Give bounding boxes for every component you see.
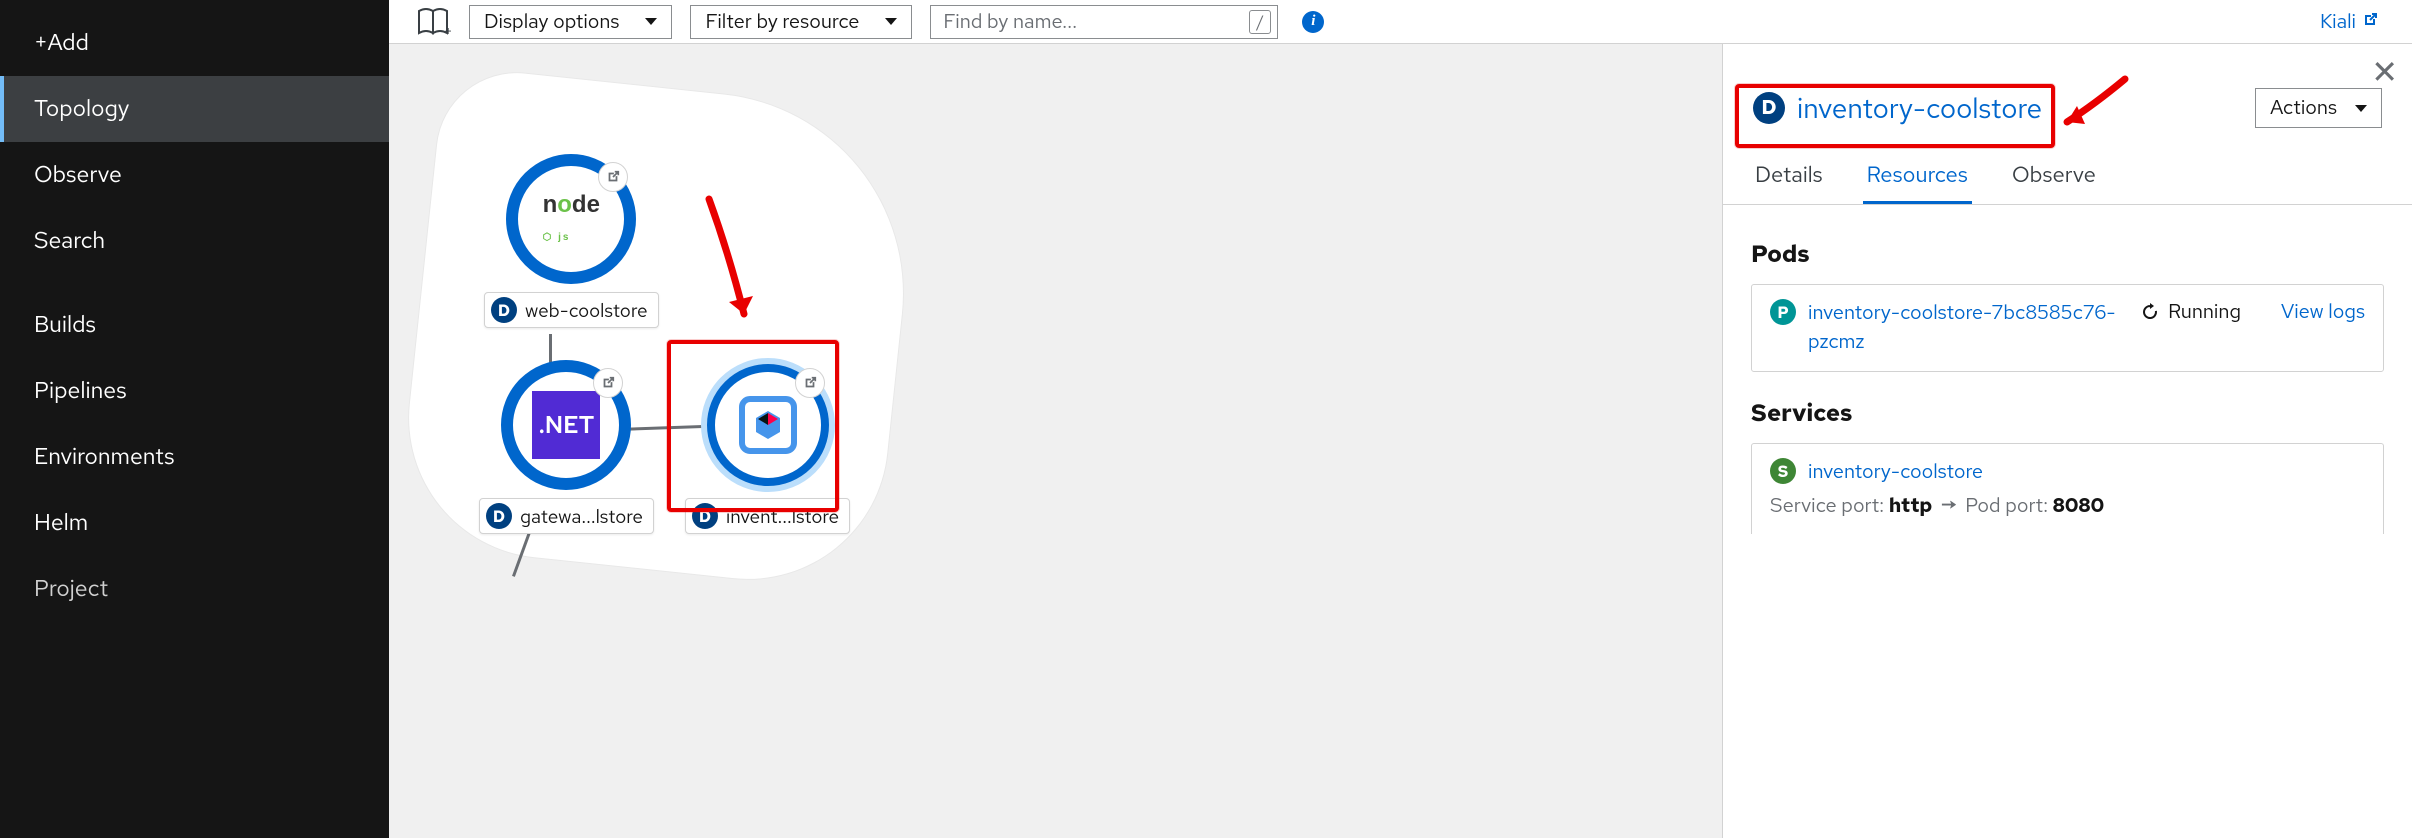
display-options-label: Display options — [484, 9, 619, 35]
actions-dropdown[interactable]: Actions — [2255, 88, 2382, 128]
info-icon[interactable]: i — [1302, 11, 1324, 33]
deployment-badge: D — [692, 503, 718, 529]
node-inventory-coolstore[interactable]: D invent...lstore — [685, 360, 850, 534]
pod-card: P inventory-coolstore-7bc8585c76-pzcmz R… — [1751, 284, 2384, 372]
panel-title[interactable]: inventory-coolstore — [1797, 89, 2042, 127]
service-link[interactable]: inventory-coolstore — [1808, 458, 2365, 487]
pod-status-text: Running — [2168, 299, 2241, 325]
slash-shortcut-badge: / — [1249, 10, 1271, 34]
node-web-coolstore[interactable]: node⬡ js D web-coolstore — [484, 154, 659, 328]
caret-down-icon — [645, 18, 657, 25]
nodejs-logo: node⬡ js — [543, 191, 600, 247]
caret-down-icon — [885, 18, 897, 25]
filter-dropdown[interactable]: Filter by resource — [690, 5, 912, 39]
tab-resources[interactable]: Resources — [1863, 148, 1972, 204]
sidebar-item-project[interactable]: Project — [0, 556, 389, 622]
node-label: D gatewa...lstore — [479, 498, 654, 534]
display-options-dropdown[interactable]: Display options — [469, 5, 672, 39]
sidebar-item-add[interactable]: +Add — [0, 10, 389, 76]
services-heading: Services — [1751, 398, 2384, 429]
node-label: D invent...lstore — [685, 498, 850, 534]
deployment-badge: D — [491, 297, 517, 323]
dotnet-logo: .NET — [532, 391, 600, 459]
topbar: + Display options Filter by resource / i… — [389, 0, 2412, 44]
panel-header: D inventory-coolstore Actions — [1723, 44, 2412, 148]
node-label-text: invent...lstore — [726, 504, 839, 529]
pod-port-label: Pod port: — [1965, 493, 2048, 519]
deployment-badge: D — [1753, 92, 1785, 124]
sidebar-item-environments[interactable]: Environments — [0, 424, 389, 490]
search-input[interactable] — [943, 9, 1249, 35]
filter-label: Filter by resource — [705, 9, 859, 35]
svg-text:+: + — [444, 23, 451, 37]
arrow-right-icon: → — [1941, 493, 1957, 520]
close-icon[interactable]: ✕ — [2371, 56, 2398, 88]
open-url-icon[interactable] — [598, 162, 628, 192]
sidebar-item-observe[interactable]: Observe — [0, 142, 389, 208]
sidebar-item-pipelines[interactable]: Pipelines — [0, 358, 389, 424]
sidebar-item-search[interactable]: Search — [0, 208, 389, 274]
pod-status: Running — [2140, 299, 2241, 325]
kiali-link[interactable]: Kiali — [2320, 9, 2378, 35]
sidebar-item-helm[interactable]: Helm — [0, 490, 389, 556]
sidebar: +Add Topology Observe Search Builds Pipe… — [0, 0, 389, 838]
find-by-name-field[interactable]: / — [930, 5, 1278, 39]
service-badge: S — [1770, 458, 1796, 484]
panel-tabs: Details Resources Observe — [1723, 148, 2412, 205]
node-label-text: gatewa...lstore — [520, 504, 643, 529]
kiali-label: Kiali — [2320, 9, 2356, 35]
caret-down-icon — [2355, 105, 2367, 112]
service-port-label: Service port: — [1770, 493, 1884, 519]
node-gateway-coolstore[interactable]: .NET D gatewa...lstore — [479, 360, 654, 534]
book-view-icon[interactable]: + — [417, 7, 451, 37]
service-port-line: Service port: http → Pod port: 8080 — [1770, 493, 2365, 520]
external-link-icon — [2362, 9, 2378, 35]
pod-badge: P — [1770, 299, 1796, 325]
node-label-text: web-coolstore — [525, 298, 648, 323]
pod-port-value: 8080 — [2053, 493, 2105, 519]
sidebar-item-topology[interactable]: Topology — [0, 76, 389, 142]
actions-label: Actions — [2270, 95, 2337, 121]
sidebar-item-builds[interactable]: Builds — [0, 292, 389, 358]
open-url-icon[interactable] — [593, 368, 623, 398]
sync-icon — [2140, 302, 2160, 322]
pod-link[interactable]: inventory-coolstore-7bc8585c76-pzcmz — [1808, 299, 2128, 357]
details-panel: ✕ D inventory-coolstore Actions Details … — [1722, 44, 2412, 838]
service-port-name: http — [1889, 493, 1932, 519]
view-logs-link[interactable]: View logs — [2281, 299, 2365, 325]
pods-heading: Pods — [1751, 239, 2384, 270]
deployment-badge: D — [486, 503, 512, 529]
tab-details[interactable]: Details — [1751, 148, 1827, 204]
panel-body: Pods P inventory-coolstore-7bc8585c76-pz… — [1723, 205, 2412, 584]
tab-observe[interactable]: Observe — [2008, 148, 2100, 204]
open-url-icon[interactable] — [795, 368, 825, 398]
service-card: S inventory-coolstore Service port: http… — [1751, 443, 2384, 534]
node-label: D web-coolstore — [484, 292, 659, 328]
